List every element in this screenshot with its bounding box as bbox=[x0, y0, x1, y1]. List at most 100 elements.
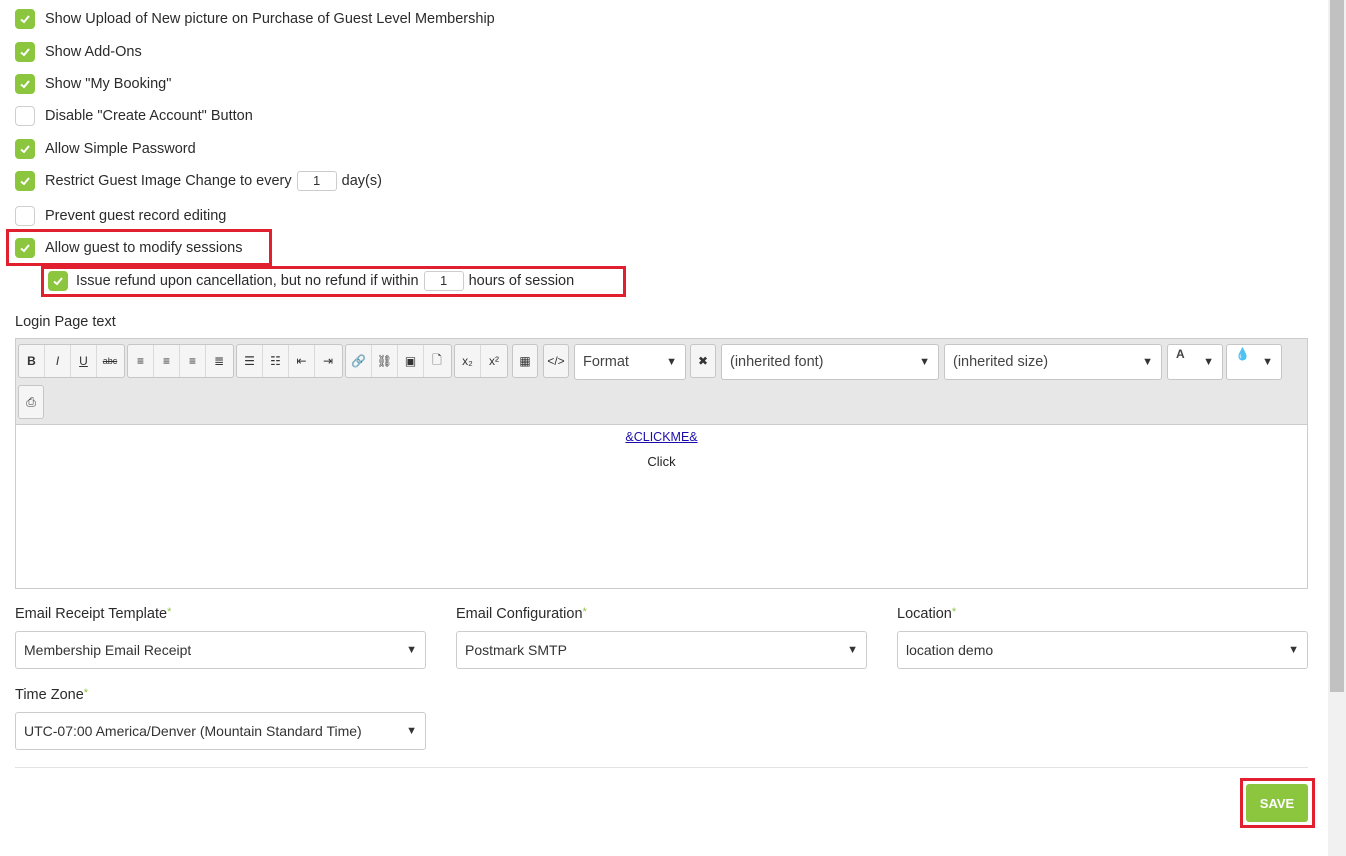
footer-divider bbox=[15, 767, 1308, 768]
location-select[interactable]: location demo ▼ bbox=[897, 631, 1308, 669]
email-receipt-value: Membership Email Receipt bbox=[24, 642, 192, 658]
toolbar-script-group: x₂ x² bbox=[454, 344, 508, 378]
align-center-icon[interactable]: ≡ bbox=[154, 345, 180, 377]
check-icon bbox=[20, 80, 30, 89]
text-color-icon: A bbox=[1176, 347, 1185, 361]
required-mark: * bbox=[167, 606, 172, 618]
outdent-icon[interactable]: ⇤ bbox=[289, 345, 315, 377]
link-icon[interactable]: 🔗 bbox=[346, 345, 372, 377]
toolbar-table-group: ▦ bbox=[512, 344, 538, 378]
subscript-icon[interactable]: x₂ bbox=[455, 345, 481, 377]
check-icon bbox=[20, 145, 30, 154]
option-disable-create-account[interactable]: Disable "Create Account" Button bbox=[15, 104, 253, 128]
email-config-select[interactable]: Postmark SMTP ▼ bbox=[456, 631, 867, 669]
email-receipt-label: Email Receipt Template* bbox=[15, 606, 172, 622]
option-label: Restrict Guest Image Change to every bbox=[45, 173, 292, 189]
option-show-my-booking[interactable]: Show "My Booking" bbox=[15, 72, 171, 96]
font-size-select[interactable]: (inherited size) ▼ bbox=[944, 344, 1162, 380]
location-value: location demo bbox=[906, 642, 994, 658]
option-prevent-record-editing[interactable]: Prevent guest record editing bbox=[15, 204, 226, 228]
option-label: Allow Simple Password bbox=[45, 141, 196, 157]
toolbar-insert-group: 🔗 ⛓ ▣ 🗋 bbox=[345, 344, 452, 378]
format-select-value: Format bbox=[583, 354, 629, 370]
content-link[interactable]: &CLICKME& bbox=[625, 430, 697, 444]
text-color-picker[interactable]: A ▼ bbox=[1167, 344, 1223, 380]
content-text: Click bbox=[647, 454, 676, 469]
toolbar-text-style-group: B I U abc bbox=[18, 344, 125, 378]
highlight-refund-option bbox=[41, 266, 626, 297]
scrollbar-thumb[interactable] bbox=[1330, 0, 1344, 692]
align-right-icon[interactable]: ≡ bbox=[180, 345, 206, 377]
code-view-icon[interactable]: </> bbox=[544, 345, 568, 377]
option-allow-simple-password[interactable]: Allow Simple Password bbox=[15, 137, 196, 161]
toolbar-print-group: ⎙ bbox=[18, 385, 44, 419]
option-label: Show "My Booking" bbox=[45, 76, 172, 92]
page-scrollbar[interactable] bbox=[1328, 0, 1346, 856]
editor-content[interactable]: &CLICKME& Click bbox=[16, 425, 1307, 588]
indent-icon[interactable]: ⇥ bbox=[315, 345, 341, 377]
background-color-icon: 💧 bbox=[1235, 347, 1250, 361]
checkbox-checked[interactable] bbox=[15, 42, 35, 62]
chevron-down-icon: ▼ bbox=[1262, 356, 1273, 368]
option-label: Show Add-Ons bbox=[45, 44, 142, 60]
checkbox-unchecked[interactable] bbox=[15, 106, 35, 126]
chevron-down-icon: ▼ bbox=[919, 356, 930, 368]
font-size-value: (inherited size) bbox=[953, 354, 1049, 370]
align-left-icon[interactable]: ≡ bbox=[128, 345, 154, 377]
required-mark: * bbox=[83, 687, 89, 699]
strikethrough-icon[interactable]: abc bbox=[97, 345, 123, 377]
table-icon[interactable]: ▦ bbox=[513, 345, 537, 377]
superscript-icon[interactable]: x² bbox=[481, 345, 507, 377]
days-input[interactable]: 1 bbox=[296, 171, 337, 191]
editor-toolbar: B I U abc ≡ ≡ ≡ ≣ ☰ ☷ ⇤ ⇥ 🔗 ⛓ ▣ 🗋 x₂ x² bbox=[16, 339, 1307, 425]
format-select[interactable]: Format ▼ bbox=[574, 344, 686, 380]
check-icon bbox=[20, 48, 30, 57]
checkbox-checked[interactable] bbox=[15, 171, 35, 191]
option-show-add-ons[interactable]: Show Add-Ons bbox=[15, 40, 142, 64]
option-label: Disable "Create Account" Button bbox=[45, 108, 253, 124]
background-color-picker[interactable]: 💧 ▼ bbox=[1226, 344, 1282, 380]
time-zone-select[interactable]: UTC-07:00 America/Denver (Mountain Stand… bbox=[15, 712, 426, 750]
chevron-down-icon: ▼ bbox=[1203, 356, 1214, 368]
chevron-down-icon: ▼ bbox=[666, 356, 677, 368]
font-family-select[interactable]: (inherited font) ▼ bbox=[721, 344, 939, 380]
login-page-label: Login Page text bbox=[15, 314, 116, 330]
checkbox-unchecked[interactable] bbox=[15, 206, 35, 226]
image-icon[interactable]: ▣ bbox=[398, 345, 424, 377]
email-config-label: Email Configuration* bbox=[456, 606, 587, 622]
italic-icon[interactable]: I bbox=[45, 345, 71, 377]
align-justify-icon[interactable]: ≣ bbox=[206, 345, 232, 377]
chevron-down-icon: ▼ bbox=[847, 644, 858, 656]
login-page-editor[interactable]: B I U abc ≡ ≡ ≡ ≣ ☰ ☷ ⇤ ⇥ 🔗 ⛓ ▣ 🗋 x₂ x² bbox=[15, 338, 1308, 589]
toolbar-code-group: </> bbox=[543, 344, 569, 378]
chevron-down-icon: ▼ bbox=[406, 725, 417, 737]
option-restrict-image-change[interactable]: Restrict Guest Image Change to every 1 d… bbox=[15, 169, 382, 193]
toolbar-align-group: ≡ ≡ ≡ ≣ bbox=[127, 344, 234, 378]
bold-icon[interactable]: B bbox=[19, 345, 45, 377]
unlink-icon[interactable]: ⛓ bbox=[372, 345, 398, 377]
underline-icon[interactable]: U bbox=[71, 345, 97, 377]
required-mark: * bbox=[951, 606, 957, 618]
chevron-down-icon: ▼ bbox=[406, 644, 417, 656]
highlight-modify-sessions bbox=[6, 229, 272, 266]
option-label: Prevent guest record editing bbox=[45, 208, 227, 224]
check-icon bbox=[20, 15, 30, 24]
check-icon bbox=[20, 177, 30, 186]
file-icon[interactable]: 🗋 bbox=[424, 345, 450, 377]
bullet-list-icon[interactable]: ☰ bbox=[237, 345, 263, 377]
clear-format-icon[interactable]: ✖ bbox=[691, 345, 715, 377]
required-mark: * bbox=[582, 606, 587, 618]
option-show-upload-picture[interactable]: Show Upload of New picture on Purchase o… bbox=[15, 7, 495, 31]
checkbox-checked[interactable] bbox=[15, 74, 35, 94]
checkbox-checked[interactable] bbox=[15, 139, 35, 159]
days-suffix: day(s) bbox=[341, 173, 382, 189]
email-receipt-select[interactable]: Membership Email Receipt ▼ bbox=[15, 631, 426, 669]
toolbar-clear-format-group: ✖ bbox=[690, 344, 716, 378]
checkbox-checked[interactable] bbox=[15, 9, 35, 29]
location-label: Location* bbox=[897, 606, 957, 622]
print-icon[interactable]: ⎙ bbox=[19, 386, 43, 418]
email-config-value: Postmark SMTP bbox=[465, 642, 567, 658]
numbered-list-icon[interactable]: ☷ bbox=[263, 345, 289, 377]
toolbar-list-group: ☰ ☷ ⇤ ⇥ bbox=[236, 344, 343, 378]
highlight-save-button bbox=[1240, 778, 1315, 828]
